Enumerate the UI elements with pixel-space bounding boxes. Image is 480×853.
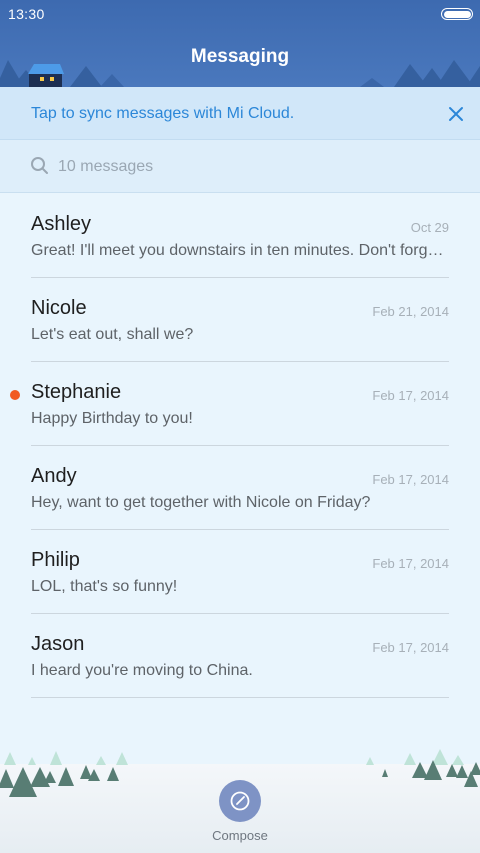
- app-header: 13:30 Messaging: [0, 0, 480, 87]
- message-preview: Happy Birthday to you!: [31, 410, 193, 427]
- sync-banner-text[interactable]: Tap to sync messages with Mi Cloud.: [31, 105, 294, 123]
- contact-name: Ashley: [31, 213, 92, 235]
- contact-name: Stephanie: [31, 381, 122, 403]
- list-item[interactable]: Stephanie Feb 17, 2014 Happy Birthday to…: [10, 362, 449, 446]
- contact-name: Andy: [31, 465, 77, 487]
- search-icon: [30, 156, 50, 181]
- contact-name: Nicole: [31, 297, 87, 319]
- contact-name: Jason: [31, 633, 85, 655]
- page-title: Messaging: [190, 46, 290, 67]
- list-item[interactable]: Ashley Oct 29 Great! I'll meet you downs…: [31, 194, 449, 278]
- message-date: Feb 17, 2014: [372, 640, 449, 655]
- search-input[interactable]: 10 messages: [58, 158, 153, 176]
- close-icon[interactable]: [444, 102, 468, 126]
- list-item[interactable]: Nicole Feb 21, 2014 Let's eat out, shall…: [31, 278, 449, 362]
- contact-name: Philip: [31, 549, 80, 571]
- compose-button[interactable]: [219, 780, 261, 822]
- message-date: Feb 21, 2014: [372, 304, 449, 319]
- sync-banner[interactable]: Tap to sync messages with Mi Cloud.: [0, 87, 480, 140]
- compose-icon: [230, 791, 250, 811]
- message-preview: Great! I'll meet you downstairs in ten m…: [31, 242, 449, 259]
- battery-level: [443, 10, 471, 18]
- battery-icon: [441, 8, 473, 20]
- message-preview: I heard you're moving to China.: [31, 662, 253, 679]
- message-preview: LOL, that's so funny!: [31, 578, 178, 595]
- message-preview: Hey, want to get together with Nicole on…: [31, 494, 371, 511]
- message-date: Feb 17, 2014: [372, 388, 449, 403]
- list-item[interactable]: Philip Feb 17, 2014 LOL, that's so funny…: [31, 530, 449, 614]
- message-date: Oct 29: [410, 220, 449, 235]
- unread-indicator: [10, 390, 20, 400]
- message-preview: Let's eat out, shall we?: [31, 326, 194, 343]
- message-date: Feb 17, 2014: [372, 472, 449, 487]
- status-time: 13:30: [8, 6, 45, 22]
- list-item[interactable]: Jason Feb 17, 2014 I heard you're moving…: [31, 614, 449, 698]
- message-list: Ashley Oct 29 Great! I'll meet you downs…: [0, 194, 480, 698]
- list-item[interactable]: Andy Feb 17, 2014 Hey, want to get toget…: [31, 446, 449, 530]
- compose-label[interactable]: Compose: [0, 828, 480, 843]
- message-date: Feb 17, 2014: [372, 556, 449, 571]
